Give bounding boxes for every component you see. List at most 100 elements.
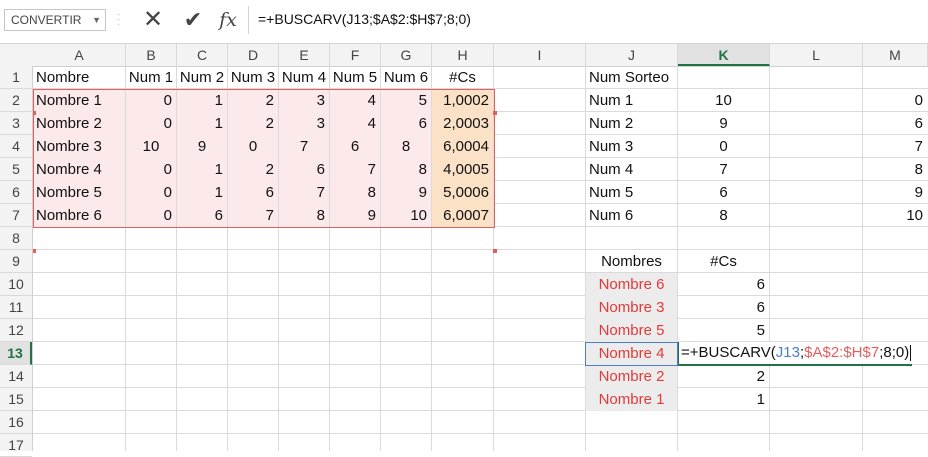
- table-cell[interactable]: 1: [177, 158, 227, 181]
- column-header-l[interactable]: L: [770, 44, 863, 66]
- table-cell[interactable]: 7: [330, 158, 380, 181]
- table-cell[interactable]: 2: [228, 112, 278, 135]
- row-header-7[interactable]: 7: [0, 204, 32, 227]
- table-cell[interactable]: Num 6: [586, 204, 677, 227]
- table-cell[interactable]: Nombre 6: [586, 273, 677, 296]
- header-cell[interactable]: Num 2: [177, 66, 227, 89]
- table-cell[interactable]: 2,0003: [432, 112, 493, 135]
- row-header-15[interactable]: 15: [0, 388, 32, 411]
- table-cell[interactable]: 10: [381, 204, 431, 227]
- table-cell[interactable]: Nombre 1: [586, 388, 677, 411]
- table-cell[interactable]: 6: [279, 158, 329, 181]
- table-cell[interactable]: 10: [863, 204, 927, 227]
- chevron-down-icon[interactable]: ▼: [92, 10, 101, 30]
- column-header-d[interactable]: D: [228, 44, 279, 66]
- table-cell[interactable]: 3: [279, 112, 329, 135]
- table-cell[interactable]: 1: [177, 181, 227, 204]
- table-cell[interactable]: 8: [678, 204, 769, 227]
- column-header-b[interactable]: B: [126, 44, 177, 66]
- header-cell[interactable]: #Cs: [678, 250, 769, 273]
- table-cell[interactable]: Num 2: [586, 112, 677, 135]
- table-cell[interactable]: 0: [863, 89, 927, 112]
- row-header-10[interactable]: 10: [0, 273, 32, 296]
- row-header-8[interactable]: 8: [0, 227, 32, 250]
- row-header-17[interactable]: 17: [0, 434, 32, 457]
- table-cell[interactable]: Num 1: [586, 89, 677, 112]
- column-header-h[interactable]: H: [432, 44, 494, 66]
- table-cell[interactable]: Nombre 2: [33, 112, 125, 135]
- header-cell[interactable]: Num Sorteo: [586, 66, 677, 89]
- row-header-3[interactable]: 3: [0, 112, 32, 135]
- table-cell[interactable]: 1: [177, 89, 227, 112]
- table-cell[interactable]: 1,0002: [432, 89, 493, 112]
- table-cell[interactable]: 9: [381, 181, 431, 204]
- header-cell[interactable]: Num 3: [228, 66, 278, 89]
- row-header-14[interactable]: 14: [0, 365, 32, 388]
- table-cell[interactable]: 7: [228, 204, 278, 227]
- table-cell[interactable]: 10: [678, 89, 769, 112]
- table-cell[interactable]: 10: [126, 135, 176, 158]
- table-cell[interactable]: 0: [126, 89, 176, 112]
- table-cell[interactable]: Num 5: [586, 181, 677, 204]
- header-cell[interactable]: Nombre: [33, 66, 125, 89]
- table-cell[interactable]: 4: [330, 89, 380, 112]
- column-header-f[interactable]: F: [330, 44, 381, 66]
- table-cell[interactable]: Nombre 6: [33, 204, 125, 227]
- table-cell[interactable]: 7: [279, 135, 329, 158]
- table-cell[interactable]: 0: [126, 204, 176, 227]
- table-cell[interactable]: 9: [330, 204, 380, 227]
- active-cell-editor[interactable]: =+BUSCARV(J13;$A$2:$H$7;8;0): [678, 342, 912, 366]
- table-cell[interactable]: 6: [381, 112, 431, 135]
- table-cell[interactable]: Nombre 5: [586, 319, 677, 342]
- table-cell[interactable]: 8: [330, 181, 380, 204]
- table-cell[interactable]: 9: [863, 181, 927, 204]
- header-cell[interactable]: #Cs: [432, 66, 493, 89]
- table-cell[interactable]: Num 4: [586, 158, 677, 181]
- column-header-k[interactable]: K: [678, 44, 770, 66]
- column-header-j[interactable]: J: [586, 44, 678, 66]
- table-cell[interactable]: 8: [863, 158, 927, 181]
- worksheet-grid[interactable]: Nombre Num 1 Num 2 Num 3 Num 4 Num 5 Num 6 #Cs N…: [33, 66, 928, 451]
- header-cell[interactable]: Num 5: [330, 66, 380, 89]
- table-cell[interactable]: 0: [228, 135, 278, 158]
- insert-function-button[interactable]: fx: [214, 8, 242, 32]
- table-cell[interactable]: 9: [177, 135, 227, 158]
- table-cell[interactable]: 5: [678, 319, 769, 342]
- column-header-c[interactable]: C: [177, 44, 228, 66]
- table-cell[interactable]: 8: [279, 204, 329, 227]
- row-header-2[interactable]: 2: [0, 89, 32, 112]
- row-header-5[interactable]: 5: [0, 158, 32, 181]
- table-cell[interactable]: 6: [678, 296, 769, 319]
- column-header-a[interactable]: A: [33, 44, 126, 66]
- table-cell[interactable]: Nombre 4: [586, 342, 677, 365]
- table-cell[interactable]: 8: [381, 158, 431, 181]
- table-cell[interactable]: 6: [228, 181, 278, 204]
- table-cell[interactable]: 2: [678, 365, 769, 388]
- table-cell[interactable]: 0: [126, 158, 176, 181]
- table-cell[interactable]: 6: [678, 181, 769, 204]
- table-cell[interactable]: Nombre 3: [33, 135, 125, 158]
- row-header-1[interactable]: 1: [0, 66, 32, 89]
- table-cell[interactable]: 0: [126, 112, 176, 135]
- table-cell[interactable]: 2: [228, 158, 278, 181]
- column-header-e[interactable]: E: [279, 44, 330, 66]
- table-cell[interactable]: Nombre 2: [586, 365, 677, 388]
- column-header-m[interactable]: M: [863, 44, 928, 66]
- table-cell[interactable]: Nombre 5: [33, 181, 125, 204]
- table-cell[interactable]: 5: [381, 89, 431, 112]
- enter-button[interactable]: ✔: [176, 8, 210, 32]
- table-cell[interactable]: 3: [279, 89, 329, 112]
- table-cell[interactable]: 7: [863, 135, 927, 158]
- table-cell[interactable]: 6: [863, 112, 927, 135]
- table-cell[interactable]: Nombre 4: [33, 158, 125, 181]
- row-header-6[interactable]: 6: [0, 181, 32, 204]
- column-header-g[interactable]: G: [381, 44, 432, 66]
- table-cell[interactable]: 6: [678, 273, 769, 296]
- row-header-13[interactable]: 13: [0, 342, 32, 365]
- table-cell[interactable]: 1: [678, 388, 769, 411]
- table-cell[interactable]: 6,0007: [432, 204, 493, 227]
- formula-input[interactable]: =+BUSCARV(J13;$A$2:$H$7;8;0): [258, 11, 471, 27]
- table-cell[interactable]: Nombre 3: [586, 296, 677, 319]
- column-header-i[interactable]: I: [494, 44, 586, 66]
- table-cell[interactable]: 7: [279, 181, 329, 204]
